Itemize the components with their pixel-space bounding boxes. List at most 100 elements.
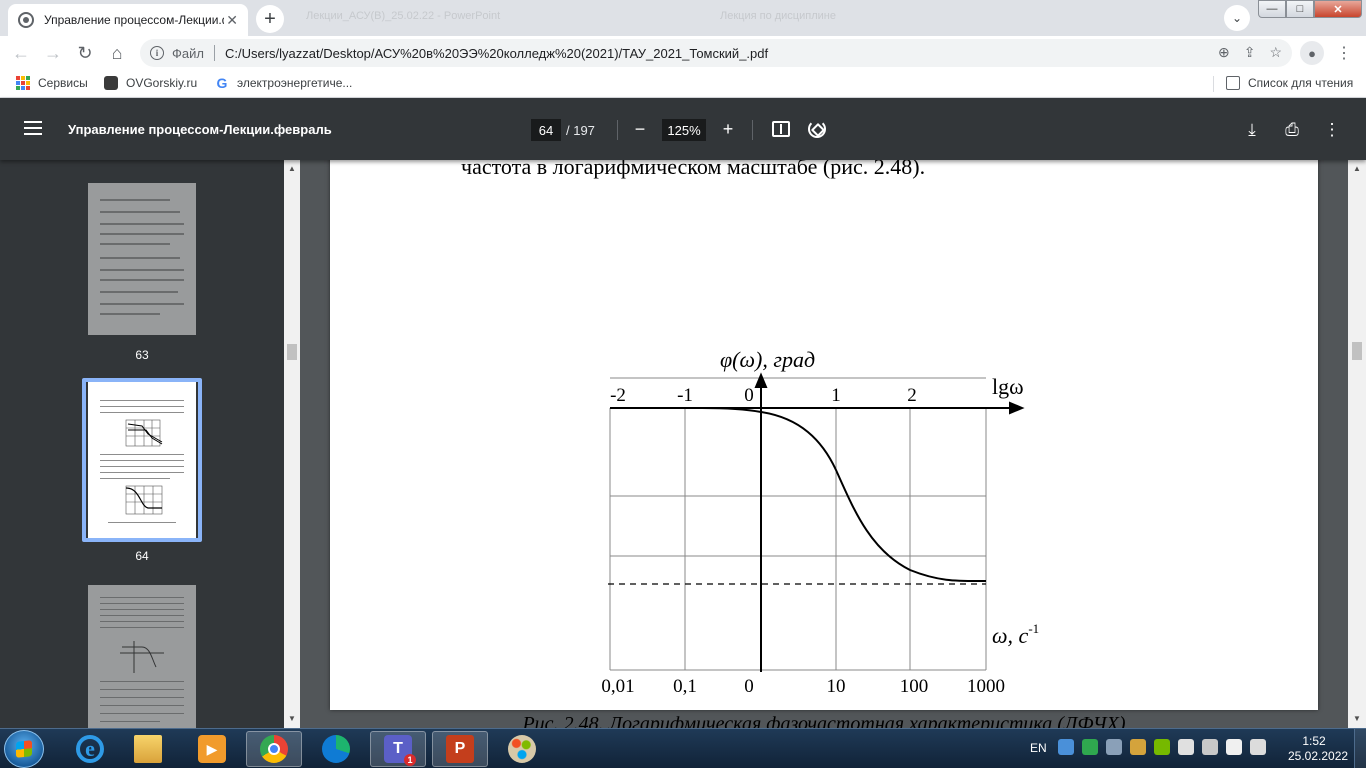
zoom-in-button[interactable]: + [715,116,741,142]
zoom-out-button[interactable]: − [627,116,653,142]
taskbar-explorer[interactable] [120,731,176,767]
system-tray [1058,739,1266,755]
tray-network-app-icon[interactable] [1106,739,1122,755]
taskbar-edge[interactable] [308,731,364,767]
download-icon[interactable]: ⤓ [1240,118,1264,142]
media-player-icon: ▶ [198,735,226,763]
tray-app-icon[interactable] [1130,739,1146,755]
scroll-up-arrow-icon[interactable]: ▲ [1353,164,1361,173]
page-thumbnail[interactable] [88,183,196,335]
bookmark-services[interactable]: Сервисы [16,76,88,90]
taskbar-powerpoint[interactable]: P [432,731,488,767]
share-icon[interactable]: ⇪ [1244,44,1256,61]
browser-menu-icon[interactable]: ⋮ [1334,41,1354,65]
flag-icon[interactable] [1178,739,1194,755]
taskbar-ie[interactable]: e [62,731,118,767]
show-desktop-button[interactable] [1354,729,1366,768]
bookmark-ovgorskiy[interactable]: OVGorskiy.ru [104,76,197,90]
reading-list-icon [1226,76,1240,90]
sidebar-scroll-thumb[interactable] [287,344,297,360]
pdf-toolbar: Управление процессом-Лекции.февраль 64 /… [0,98,1366,160]
home-icon[interactable]: ⌂ [104,40,130,66]
page-number-input[interactable]: 64 [531,119,561,141]
browser-toolbar: ← → ↻ ⌂ i Файл C:/Users/lyazzat/Desktop/… [0,36,1366,70]
edge-icon [322,735,350,763]
browser-tab[interactable]: Управление процессом-Лекции.февраль ✕ [8,4,248,36]
sidebar-toggle-menu-icon[interactable] [24,121,42,135]
tab-close-icon[interactable]: ✕ [226,12,238,29]
scroll-up-arrow-icon[interactable]: ▲ [288,164,296,173]
tab-search-button[interactable]: ⌄ [1224,5,1250,31]
axes [610,372,1025,672]
taskbar-paint[interactable] [494,731,550,767]
taskbar-clock[interactable]: 1:52 25.02.2022 [1288,734,1348,764]
address-separator [213,45,215,61]
address-bar[interactable]: i Файл C:/Users/lyazzat/Desktop/АСУ%20в%… [140,39,1292,67]
file-explorer-icon [134,735,162,763]
close-window-button[interactable]: ✕ [1314,0,1362,18]
page-total: / 197 [566,123,595,138]
nvidia-icon[interactable] [1154,739,1170,755]
new-tab-button[interactable]: + [256,5,284,33]
google-icon: G [216,75,228,91]
taskbar-teams[interactable]: T1 [370,731,426,767]
rotate-icon[interactable] [808,120,826,138]
pdf-viewer-area: частота в логарифмическом масштабе (рис.… [300,160,1348,728]
bottom-axis-label: ω, с-1 [992,621,1039,648]
forward-arrow-icon[interactable]: → [40,40,66,66]
more-options-icon[interactable]: ⋮ [1320,118,1344,142]
toolbar-divider [752,120,753,140]
bottom-tick-label: 100 [900,676,929,697]
tab-strip: Управление процессом-Лекции.февраль ✕ + … [0,0,1366,36]
viewer-scroll-thumb[interactable] [1352,342,1362,360]
sidebar-scrollbar[interactable]: ▲ ▼ [284,160,300,728]
page-thumbnail-selected[interactable] [88,382,196,538]
bottom-tick-label: 1000 [967,676,1005,697]
site-info-icon[interactable]: i [150,46,164,60]
input-language-indicator[interactable]: EN [1030,741,1047,755]
maximize-button[interactable]: □ [1286,0,1314,18]
print-icon[interactable]: ⎙ [1280,118,1304,142]
taskbar-media[interactable]: ▶ [184,731,240,767]
address-url[interactable]: C:/Users/lyazzat/Desktop/АСУ%20в%20ЭЭ%20… [225,46,768,61]
top-tick-label: 1 [831,385,841,406]
bookmark-label: OVGorskiy.ru [126,76,198,90]
thumbnail-page-label: 64 [135,549,149,563]
scroll-down-arrow-icon[interactable]: ▼ [1353,714,1361,723]
taskbar-chrome[interactable] [246,731,302,767]
bottom-tick-label: 0,1 [673,676,697,697]
zoom-level-input[interactable]: 125% [662,119,706,141]
minimize-button[interactable]: — [1258,0,1286,18]
address-scheme: Файл [172,45,204,61]
reading-list-button[interactable]: Список для чтения [1226,76,1353,90]
bookmark-label: электроэнергетиче... [237,76,353,90]
document-title: Управление процессом-Лекции.февраль [68,122,332,137]
page-thumbnail[interactable] [88,585,196,728]
thumbnail-chart-icon [125,419,163,447]
thumbnail-chart-icon [125,485,163,515]
volume-icon[interactable] [1250,739,1266,755]
clock-time: 1:52 [1302,734,1326,748]
omnibox-actions: ⊕ ⇪ ☆ [1218,44,1282,61]
bookmark-google-search[interactable]: G электроэнергетиче... [215,75,353,91]
teams-icon: T1 [384,735,416,766]
top-tick-label: 0 [744,385,754,406]
fit-page-icon[interactable] [772,121,790,137]
bookmarks-divider [1213,76,1214,92]
back-arrow-icon[interactable]: ← [8,40,34,66]
reload-icon[interactable]: ↻ [72,40,98,66]
zoom-icon[interactable]: ⊕ [1218,44,1230,61]
security-shield-icon[interactable] [1082,739,1098,755]
bookmark-label: Сервисы [38,76,88,90]
bookmark-star-icon[interactable]: ☆ [1269,44,1282,61]
scroll-down-arrow-icon[interactable]: ▼ [288,714,296,723]
profile-avatar-icon[interactable]: ● [1300,41,1324,65]
top-tick-labels: -2 -1 0 1 2 [610,385,917,406]
top-tick-label: -2 [610,385,626,406]
tray-app-icon[interactable] [1058,739,1074,755]
network-signal-icon[interactable] [1226,739,1242,755]
start-button-icon[interactable] [4,730,44,768]
lfchx-figure: φ(ω), град lgω ω, с-1 -2 -1 0 1 2 0,01 0… [601,347,1039,697]
power-icon[interactable] [1202,739,1218,755]
viewer-scrollbar[interactable]: ▲ ▼ [1348,160,1366,728]
